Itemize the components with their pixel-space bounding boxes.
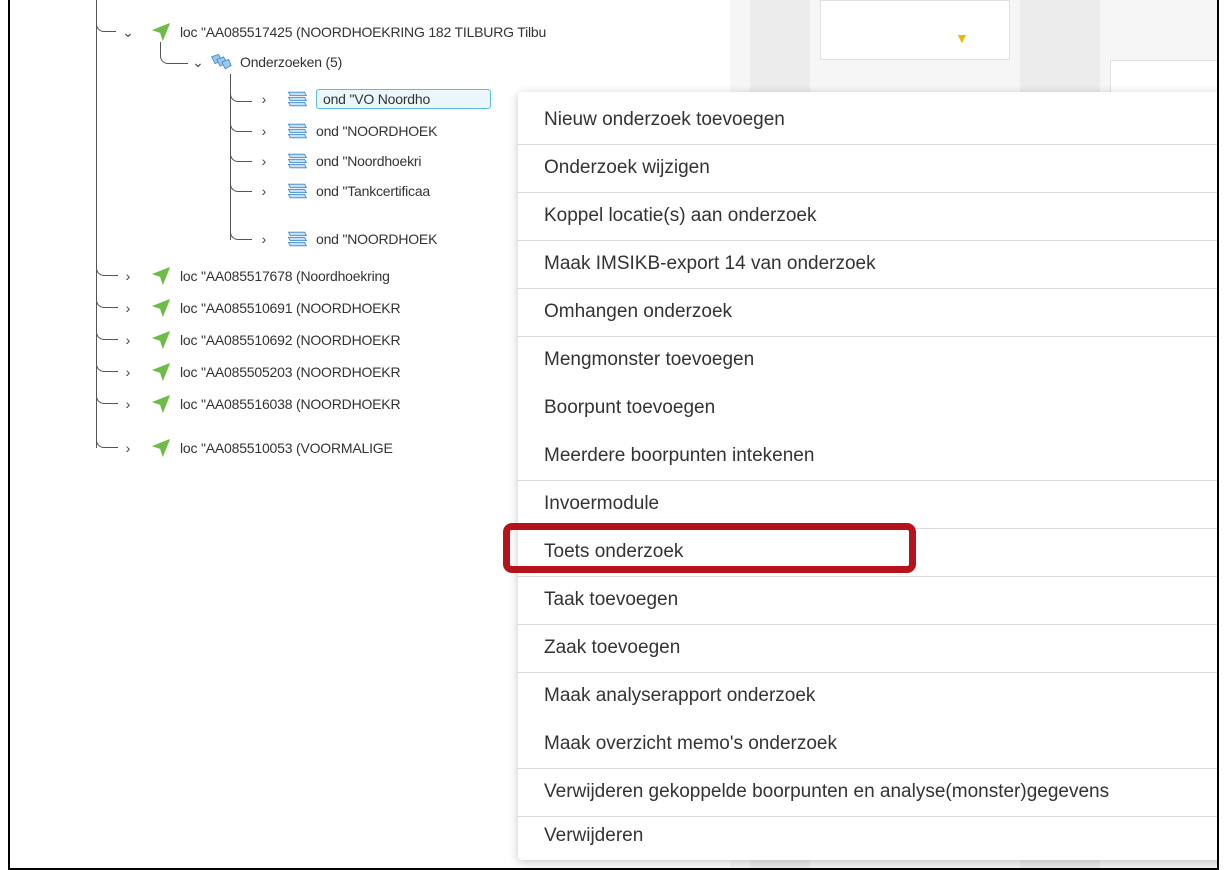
tree-connector	[230, 170, 252, 192]
chevron-right-icon[interactable]: ›	[120, 300, 136, 316]
investigation-stack-icon	[287, 231, 307, 247]
investigations-folder-icon	[211, 53, 232, 70]
highlight-annotation	[503, 523, 916, 573]
investigation-stack-icon	[287, 123, 307, 139]
menu-item-boorpunt[interactable]: Boorpunt toevoegen	[518, 384, 1217, 432]
context-menu: Nieuw onderzoek toevoegen Onderzoek wijz…	[518, 92, 1217, 860]
tree-node-ond-selected[interactable]: › ond "VO Noordho	[256, 86, 491, 112]
tree-node-label: loc "AA085510692 (NOORDHOEKR	[180, 332, 401, 348]
tree-connector	[96, 294, 118, 308]
investigation-stack-icon	[287, 91, 307, 107]
chevron-right-icon[interactable]: ›	[120, 332, 136, 348]
menu-item-taak-toevoegen[interactable]: Taak toevoegen	[518, 576, 1217, 624]
tree-node-label: loc "AA085510691 (NOORDHOEKR	[180, 300, 401, 316]
tree-node-label: Onderzoeken (5)	[240, 54, 343, 70]
map-marker-icon: ▼	[955, 30, 969, 46]
tree-node-label: loc "AA085517678 (Noordhoekring	[180, 268, 390, 284]
tree-node-ond[interactable]: › ond "NOORDHOEK	[256, 118, 438, 144]
tree-node-label: ond "NOORDHOEK	[316, 231, 438, 247]
menu-item-overzicht-memos[interactable]: Maak overzicht memo's onderzoek	[518, 720, 1217, 768]
tree-node-onderzoeken[interactable]: ⌄ Onderzoeken (5)	[190, 49, 342, 75]
location-arrow-icon	[151, 22, 171, 42]
chevron-right-icon[interactable]: ›	[256, 123, 272, 139]
tree-connector	[230, 200, 252, 240]
menu-item-omhangen[interactable]: Omhangen onderzoek	[518, 288, 1217, 336]
chevron-right-icon[interactable]: ›	[256, 231, 272, 247]
tree-node-label: loc "AA085505203 (NOORDHOEKR	[180, 364, 401, 380]
chevron-right-icon[interactable]: ›	[120, 396, 136, 412]
tree-connector	[230, 110, 252, 132]
chevron-right-icon[interactable]: ›	[120, 364, 136, 380]
tree-node-label: loc "AA085517425 (NOORDHOEKRING 182 TILB…	[180, 24, 547, 40]
location-arrow-icon	[151, 330, 171, 350]
location-arrow-icon	[151, 438, 171, 458]
menu-item-zaak-toevoegen[interactable]: Zaak toevoegen	[518, 624, 1217, 672]
tree-node-loc[interactable]: › loc "AA085510692 (NOORDHOEKR	[120, 327, 401, 353]
tree-node-label: ond "Tankcertificaa	[316, 183, 431, 199]
tree-connector	[96, 262, 118, 276]
tree-node-label: ond "VO Noordho	[316, 89, 491, 109]
tree-connector	[96, 0, 116, 32]
tree-node-ond[interactable]: › ond "Noordhoekri	[256, 148, 422, 174]
chevron-right-icon[interactable]: ›	[256, 91, 272, 107]
tree-node-label: loc "AA085510053 (VOORMALIGE	[180, 440, 393, 456]
tree-node-loc[interactable]: › loc "AA085517678 (Noordhoekring	[120, 263, 390, 289]
menu-item-verwijderen-gekoppelde[interactable]: Verwijderen gekoppelde boorpunten en ana…	[518, 768, 1217, 816]
chevron-down-icon[interactable]: ⌄	[120, 24, 136, 41]
tree-node-label: ond "NOORDHOEK	[316, 123, 438, 139]
tree-node-loc[interactable]: › loc "AA085516038 (NOORDHOEKR	[120, 391, 401, 417]
tree-connector	[230, 74, 252, 102]
menu-item-imsikb-export[interactable]: Maak IMSIKB-export 14 van onderzoek	[518, 240, 1217, 288]
location-arrow-icon	[151, 298, 171, 318]
menu-item-invoermodule[interactable]: Invoermodule	[518, 480, 1217, 528]
tree-connector	[96, 390, 118, 404]
tree-connector	[96, 0, 97, 270]
tree-node-ond[interactable]: › ond "Tankcertificaa	[256, 178, 431, 204]
investigation-stack-icon	[287, 153, 307, 169]
chevron-right-icon[interactable]: ›	[256, 153, 272, 169]
location-arrow-icon	[151, 394, 171, 414]
location-arrow-icon	[151, 266, 171, 286]
location-arrow-icon	[151, 362, 171, 382]
tree-node-loc-main[interactable]: ⌄ loc "AA085517425 (NOORDHOEKRING 182 TI…	[120, 19, 546, 45]
tree-node-ond[interactable]: › ond "NOORDHOEK	[256, 226, 438, 252]
menu-item-onderzoek-wijzigen[interactable]: Onderzoek wijzigen	[518, 144, 1217, 192]
chevron-down-icon[interactable]: ⌄	[190, 54, 206, 71]
tree-connector	[96, 326, 118, 340]
tree-connector	[160, 42, 188, 64]
tree-node-label: ond "Noordhoekri	[316, 153, 422, 169]
chevron-right-icon[interactable]: ›	[120, 440, 136, 456]
tree-connector	[230, 140, 252, 162]
menu-item-analyserapport[interactable]: Maak analyserapport onderzoek	[518, 672, 1217, 720]
tree-node-loc[interactable]: › loc "AA085510053 (VOORMALIGE	[120, 435, 393, 461]
menu-item-nieuw-onderzoek[interactable]: Nieuw onderzoek toevoegen	[518, 96, 1217, 144]
menu-item-mengmonster[interactable]: Mengmonster toevoegen	[518, 336, 1217, 384]
tree-connector	[96, 358, 118, 372]
application-frame: ▼ ⌄ loc "AA085517425 (NOORDHOEKRING 182 …	[8, 0, 1219, 870]
menu-item-koppel-locatie[interactable]: Koppel locatie(s) aan onderzoek	[518, 192, 1217, 240]
tree-node-label: loc "AA085516038 (NOORDHOEKR	[180, 396, 401, 412]
tree-connector	[96, 422, 118, 448]
tree-node-loc[interactable]: › loc "AA085505203 (NOORDHOEKR	[120, 359, 401, 385]
chevron-right-icon[interactable]: ›	[256, 183, 272, 199]
tree-node-loc[interactable]: › loc "AA085510691 (NOORDHOEKR	[120, 295, 401, 321]
menu-item-meerdere-boorpunten[interactable]: Meerdere boorpunten intekenen	[518, 432, 1217, 480]
menu-item-verwijderen[interactable]: Verwijderen	[518, 812, 1217, 860]
chevron-right-icon[interactable]: ›	[120, 268, 136, 284]
map-building	[820, 0, 1010, 60]
investigation-stack-icon	[287, 183, 307, 199]
